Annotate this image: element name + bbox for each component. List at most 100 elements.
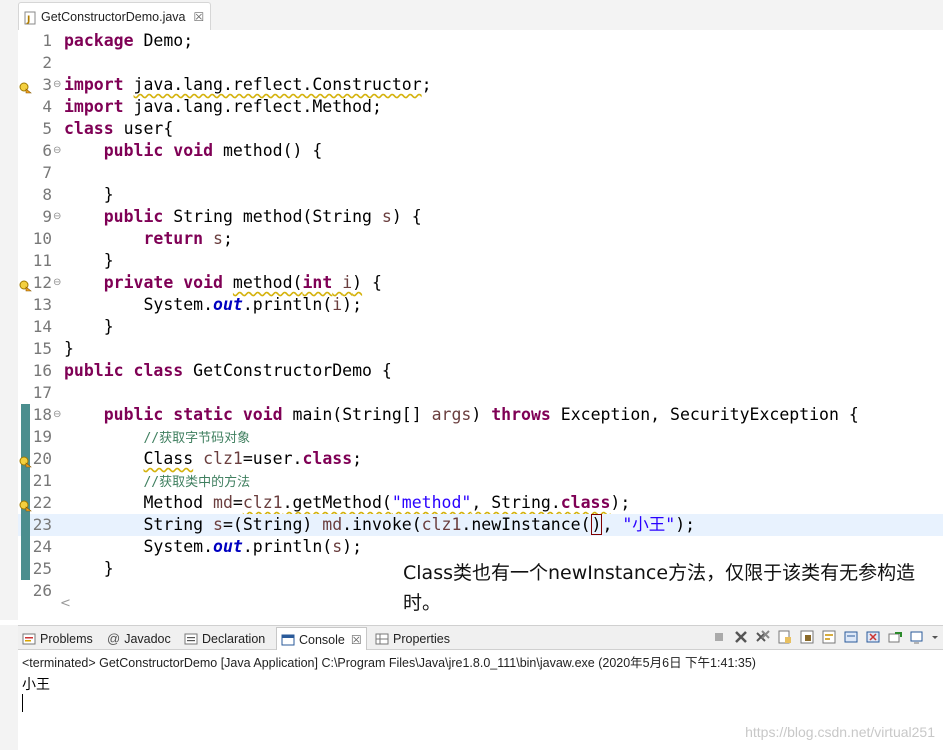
code-line[interactable]: 10 return s; <box>18 228 943 250</box>
left-trim <box>0 30 18 620</box>
code-text: Class clz1=user.class; <box>64 448 362 470</box>
code-line[interactable]: 11 } <box>18 250 943 272</box>
remove-launch-icon[interactable] <box>733 629 749 645</box>
code-token: class <box>133 361 184 380</box>
code-line[interactable]: 7 <box>18 162 943 184</box>
code-token: import <box>64 75 124 94</box>
tab-problems[interactable]: Problems <box>22 628 93 649</box>
code-token: java.lang.reflect.Method; <box>123 97 382 116</box>
code-line[interactable]: 24 System.out.println(s); <box>18 536 943 558</box>
code-text: } <box>64 184 114 206</box>
code-line[interactable]: 22 Method md=clz1.getMethod("method", St… <box>18 492 943 514</box>
show-console-stderr-icon[interactable] <box>865 629 881 645</box>
code-text: import java.lang.reflect.Method; <box>64 96 382 118</box>
code-line[interactable]: 3 ⊖ import java.lang.reflect.Constructor; <box>18 74 943 96</box>
console-output-line: 小王 <box>22 677 50 693</box>
code-text: private void method(int i) { <box>64 272 382 294</box>
chevron-down-icon[interactable] <box>931 629 939 645</box>
code-line[interactable]: 18 ⊖ public static void main(String[] arg… <box>18 404 943 426</box>
close-icon[interactable]: ☒ <box>351 633 362 647</box>
code-line[interactable]: 23 String s=(String) md.invoke(clz1.newI… <box>18 514 943 536</box>
horizontal-scroll-left-arrow[interactable]: < <box>60 596 71 611</box>
word-wrap-icon[interactable] <box>821 629 837 645</box>
line-number: 10 <box>32 229 52 248</box>
tab-declaration-label: Declaration <box>202 631 266 646</box>
code-token: .println( <box>242 295 333 314</box>
code-text: return s; <box>64 228 232 250</box>
code-token: public <box>64 361 124 380</box>
show-console-stdout-icon[interactable] <box>843 629 859 645</box>
tab-javadoc[interactable]: @ Javadoc <box>107 628 171 649</box>
code-token: clz1 <box>242 493 283 512</box>
javadoc-icon: @ <box>107 631 121 646</box>
code-text: public String method(String s) { <box>64 206 422 228</box>
code-token: =(String) <box>222 515 323 534</box>
tab-declaration[interactable]: Declaration <box>184 628 265 649</box>
code-line[interactable]: 5 class user{ <box>18 118 943 140</box>
code-token: Exception, SecurityException { <box>550 405 859 424</box>
fold-toggle-icon[interactable]: ⊖ <box>53 404 61 426</box>
code-token: void <box>183 273 223 292</box>
line-number: 12 <box>32 273 52 292</box>
code-token: static <box>173 405 233 424</box>
code-line[interactable]: 2 <box>18 52 943 74</box>
code-token: ); <box>342 295 363 314</box>
fold-toggle-icon[interactable]: ⊖ <box>53 140 61 162</box>
code-line[interactable]: 14 } <box>18 316 943 338</box>
tab-properties[interactable]: Properties <box>375 628 450 649</box>
code-line[interactable]: 15} <box>18 338 943 360</box>
code-line[interactable]: 1 package Demo; <box>18 30 943 52</box>
code-token: ; <box>352 449 363 468</box>
code-token: i <box>342 273 353 292</box>
close-icon[interactable]: ☒ <box>194 10 205 24</box>
code-line[interactable]: 17 <box>18 382 943 404</box>
code-line[interactable]: 20 Class clz1=user.class; <box>18 448 943 470</box>
code-token: package <box>64 31 134 50</box>
remove-all-launches-icon[interactable] <box>755 629 771 645</box>
scroll-lock-icon[interactable] <box>799 629 815 645</box>
code-token: } <box>64 339 74 358</box>
code-line[interactable]: 12 ⊖ private void method(int i) { <box>18 272 943 294</box>
code-token: .newInstance( <box>461 515 591 534</box>
terminate-icon[interactable] <box>711 629 727 645</box>
code-line[interactable]: 9 ⊖ public String method(String s) { <box>18 206 943 228</box>
code-line[interactable]: 13 System.out.println(i); <box>18 294 943 316</box>
fold-toggle-icon[interactable]: ⊖ <box>53 206 61 228</box>
open-console-icon[interactable] <box>909 629 925 645</box>
line-number: 5 <box>42 119 52 138</box>
code-editor[interactable]: 1 package Demo; 2 3 ⊖ import java.lang.reflec… <box>18 30 943 600</box>
code-token: = <box>232 493 243 512</box>
code-token: ) <box>352 273 363 292</box>
line-number: 21 <box>32 471 52 490</box>
code-line[interactable]: 4 import java.lang.reflect.Method; <box>18 96 943 118</box>
code-line[interactable]: 8 } <box>18 184 943 206</box>
editor-tab-getconstructordemo[interactable]: J GetConstructorDemo.java ☒ <box>18 2 212 30</box>
code-line[interactable]: 21 //获取类中的方法 <box>18 470 943 492</box>
clear-console-icon[interactable] <box>777 629 793 645</box>
line-number: 7 <box>42 163 52 182</box>
code-token: Class <box>143 449 194 468</box>
code-text: public static void main(String[] args) t… <box>64 404 859 426</box>
pin-console-icon[interactable] <box>887 629 903 645</box>
code-token: clz1 <box>203 449 243 468</box>
code-line[interactable]: 19 //获取字节码对象 <box>18 426 943 448</box>
code-line[interactable]: 16 public class GetConstructorDemo { <box>18 360 943 382</box>
fold-toggle-icon[interactable]: ⊖ <box>53 74 61 96</box>
code-line[interactable]: 6 ⊖ public void method() { <box>18 140 943 162</box>
line-number: 15 <box>32 339 52 358</box>
code-text: class user{ <box>64 118 173 140</box>
code-token: { <box>362 273 382 292</box>
line-number: 22 <box>32 493 52 512</box>
code-token: ); <box>610 493 631 512</box>
fold-toggle-icon[interactable]: ⊖ <box>53 272 61 294</box>
code-token: } <box>64 251 114 270</box>
tab-properties-label: Properties <box>393 631 450 646</box>
tab-console[interactable]: Console ☒ <box>276 627 367 651</box>
